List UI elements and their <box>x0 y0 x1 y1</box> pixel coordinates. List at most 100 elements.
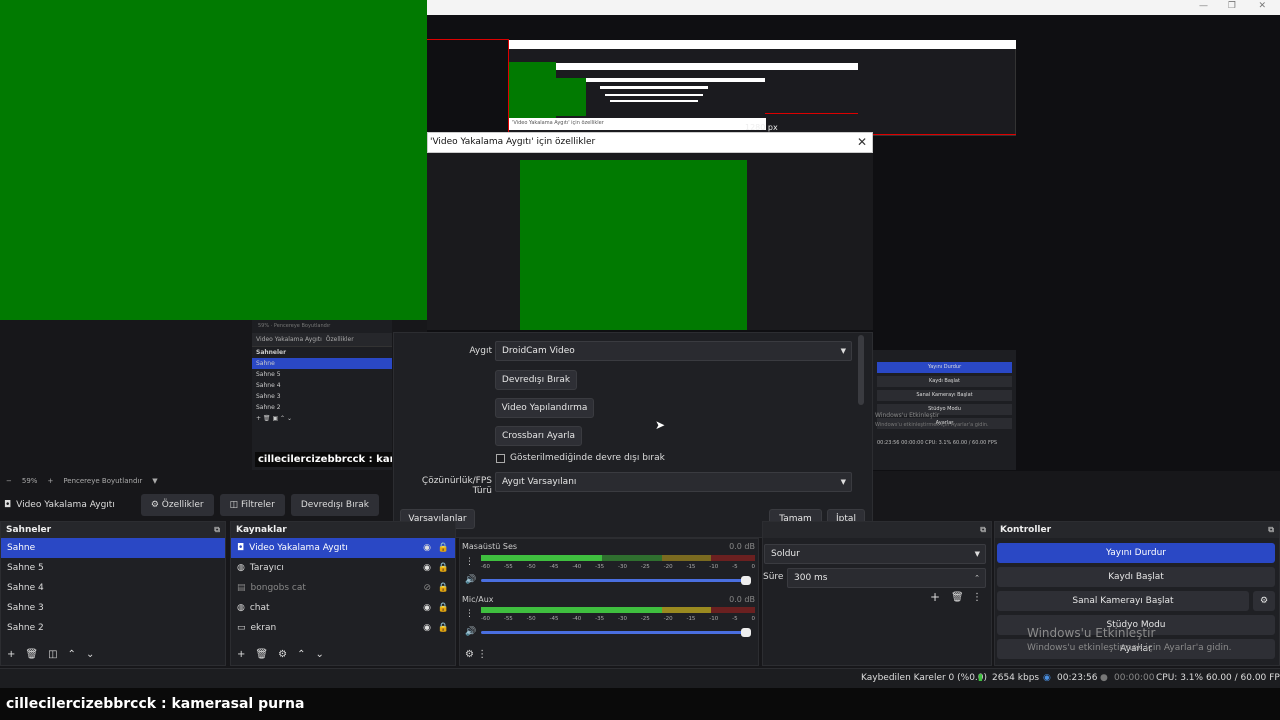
nested-ctrl-2: Sanal Kamerayı Başlat <box>877 390 1012 401</box>
lock-icon[interactable]: 🔒 <box>438 618 449 638</box>
scenes-footer: + 🗑 ◫ ⌃ ⌄ <box>1 643 225 665</box>
nested-scene-toolbar: + 🗑 ▣ ⌃ ⌄ <box>256 415 292 422</box>
popout-icon[interactable]: ⧉ <box>1268 522 1274 538</box>
device-select[interactable]: DroidCam Video ▼ <box>495 341 852 361</box>
speaker-icon[interactable]: 🔊 <box>465 575 476 585</box>
deactivate-button[interactable]: Devredışı Bırak <box>495 370 577 390</box>
image-icon: ▤ <box>237 583 246 593</box>
nested-titlebar-1 <box>508 40 1016 49</box>
spinner-icon[interactable]: ⌃ <box>974 569 980 587</box>
crossbar-button[interactable]: Crossbarı Ayarla <box>495 426 582 446</box>
source-item[interactable]: ◍ chat ◉ 🔒 <box>231 598 455 618</box>
properties-button[interactable]: ⚙ Özellikler <box>140 494 214 516</box>
deactivate-toolbar-button[interactable]: Devredışı Bırak <box>290 494 380 516</box>
minimize-icon[interactable]: — <box>1199 1 1208 11</box>
lock-icon[interactable]: 🔒 <box>438 578 449 598</box>
eye-hidden-icon[interactable]: ⊘ <box>423 578 431 598</box>
nested-scene-3: Sahne 3 <box>256 393 281 400</box>
speaker-icon[interactable]: 🔊 <box>465 627 476 637</box>
slider-knob[interactable] <box>741 576 751 585</box>
activation-watermark-text: Windows'u etkinleştirmek için Ayarlar'a … <box>1027 643 1232 653</box>
maximize-icon[interactable]: ❐ <box>1228 1 1236 11</box>
zoom-out-icon[interactable]: − <box>6 477 12 485</box>
gear-icon[interactable]: ⚙ <box>278 649 287 660</box>
stream-icon: ◉ <box>1043 673 1051 683</box>
trash-icon[interactable]: 🗑 <box>25 649 38 660</box>
gear-icon[interactable]: ⚙ <box>1253 591 1275 611</box>
popout-icon[interactable]: ⧉ <box>214 522 220 538</box>
properties-dialog-titlebar: 'Video Yakalama Aygıtı' için özellikler … <box>427 132 873 153</box>
red-bound-inner <box>765 113 858 114</box>
video-config-button[interactable]: Video Yapılandırma <box>495 398 594 418</box>
nested-toolbar: Video Yakalama Aygıtı Özellikler <box>252 333 392 347</box>
scene-item[interactable]: Sahne 2 <box>1 618 225 638</box>
resolution-select[interactable]: Aygıt Varsayılanı ▼ <box>495 472 852 492</box>
cpu-usage: CPU: 3.1% <box>1156 673 1204 683</box>
device-label: Aygıt <box>469 346 492 356</box>
lock-icon[interactable]: 🔒 <box>438 538 449 558</box>
green-screen-capture <box>0 0 427 320</box>
zoom-in-icon[interactable]: + <box>47 477 53 485</box>
add-icon[interactable]: + <box>7 649 15 660</box>
source-item[interactable]: ▭ ekran ◉ 🔒 <box>231 618 455 638</box>
scene-item[interactable]: Sahne 4 <box>1 578 225 598</box>
add-icon[interactable]: + <box>237 649 245 660</box>
more-vertical-icon[interactable]: ⋮ <box>465 609 474 619</box>
start-virtual-camera-button[interactable]: Sanal Kamerayı Başlat <box>997 591 1249 611</box>
more-vertical-icon[interactable]: ⋮ <box>972 592 982 603</box>
source-item[interactable]: ◍ Tarayıcı ◉ 🔒 <box>231 558 455 578</box>
chevron-up-icon[interactable]: ⌃ <box>297 649 305 660</box>
globe-icon: ◍ <box>237 563 245 573</box>
dialog-scrollbar[interactable] <box>858 335 864 405</box>
transition-select[interactable]: Soldur ▼ <box>764 544 986 564</box>
more-vertical-icon[interactable]: ⋮ <box>465 557 474 567</box>
duration-input[interactable]: 300 ms ⌃ <box>787 568 986 588</box>
nested-scene-2: Sahne 4 <box>256 382 281 389</box>
eye-icon[interactable]: ◉ <box>423 598 431 618</box>
chevron-down-icon[interactable]: ▼ <box>152 477 157 485</box>
source-item[interactable]: ▤ bongobs cat ⊘ 🔒 <box>231 578 455 598</box>
filters-button[interactable]: ◫ Filtreler <box>219 494 285 516</box>
chevron-up-icon[interactable]: ⌃ <box>68 649 76 660</box>
nested-green-1 <box>508 62 556 122</box>
source-item[interactable]: ◘ Video Yakalama Aygıtı ◉ 🔒 <box>231 538 455 558</box>
trash-icon[interactable]: 🗑 <box>951 592 964 603</box>
activation-watermark-title: Windows'u Etkinleştir <box>1027 626 1156 640</box>
trash-icon[interactable]: 🗑 <box>255 649 268 660</box>
nested-scene-4: Sahne 2 <box>256 404 281 411</box>
stop-stream-button[interactable]: Yayını Durdur <box>997 543 1275 563</box>
chevron-down-icon[interactable]: ⌄ <box>315 649 323 660</box>
stream-overlay: cillecilercizebbrcck : kamerasal purna <box>0 688 1280 720</box>
channel-name: Masaüstü Ses <box>462 542 518 551</box>
start-record-button[interactable]: Kaydı Başlat <box>997 567 1275 587</box>
mic-volume-slider[interactable] <box>481 628 751 637</box>
red-bound-top <box>427 39 509 40</box>
dialog-close-icon[interactable]: ✕ <box>857 133 867 152</box>
camera-icon: ◘ <box>4 500 12 510</box>
add-transition-icon[interactable]: + <box>930 590 940 604</box>
mic-db-scale: -60 -55 -50 -45 -40 -35 -30 -25 -20 -15 -10 -5 0 <box>481 616 755 622</box>
nested-dialog-title: 'Video Yakalama Aygıtı' için özellikler <box>512 120 604 126</box>
scale-mode[interactable]: Pencereye Boyutlandır <box>63 477 142 485</box>
mixer-settings-icon[interactable]: ⚙ ⋮ <box>465 649 487 660</box>
slider-knob[interactable] <box>741 628 751 637</box>
eye-icon[interactable]: ◉ <box>423 618 431 638</box>
popout-icon[interactable]: ⧉ <box>980 522 986 538</box>
deactivate-when-hidden-checkbox[interactable] <box>496 454 505 463</box>
eye-icon[interactable]: ◉ <box>423 558 431 578</box>
lock-icon[interactable]: 🔒 <box>438 598 449 618</box>
eye-icon[interactable]: ◉ <box>423 538 431 558</box>
nested-green-2 <box>556 78 586 116</box>
chevron-down-icon[interactable]: ⌄ <box>86 649 94 660</box>
selected-source: ◘ Video Yakalama Aygıtı <box>4 500 115 510</box>
desktop-volume-slider[interactable] <box>481 576 751 585</box>
filter-icon[interactable]: ◫ <box>48 649 57 660</box>
lock-icon[interactable]: 🔒 <box>438 558 449 578</box>
scene-item[interactable]: Sahne 3 <box>1 598 225 618</box>
scene-item[interactable]: Sahne 5 <box>1 558 225 578</box>
sources-header: Kaynaklar <box>231 522 455 538</box>
mic-volume-meter <box>481 607 755 613</box>
scene-item[interactable]: Sahne <box>1 538 225 558</box>
close-window-icon[interactable]: ✕ <box>1258 1 1266 11</box>
nested-status: 00:23:56 00:00:00 CPU: 3.1% 60.00 / 60.0… <box>877 440 998 446</box>
